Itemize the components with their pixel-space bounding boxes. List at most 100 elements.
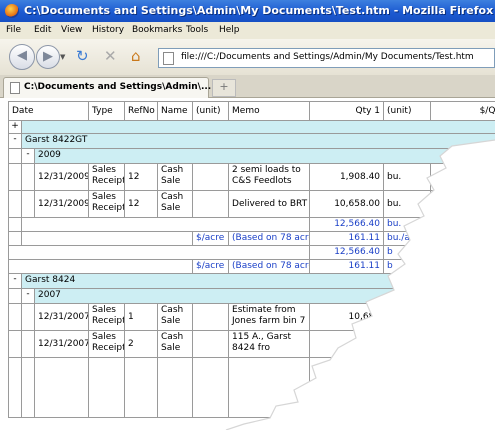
year-row: - 2009 bbox=[8, 148, 495, 164]
col-qty1[interactable]: Qty 1 bbox=[309, 101, 385, 121]
expand-button[interactable]: + bbox=[8, 120, 22, 134]
indent-cell bbox=[8, 190, 22, 218]
indent-cell bbox=[21, 190, 35, 218]
qty-cell: 10,658.00 bbox=[309, 190, 385, 218]
back-button[interactable]: ◀ bbox=[9, 44, 35, 70]
subtotal-price bbox=[430, 217, 495, 232]
type-cell: Sales Receipt bbox=[88, 303, 126, 331]
memo-cell: Delivered to BRT bbox=[228, 190, 311, 218]
col-unit-2[interactable]: (unit) bbox=[383, 101, 432, 121]
total-per-acre-row: $/acre (Based on 78 acre) 161.11 b bbox=[7, 259, 495, 274]
indent-cell bbox=[8, 303, 22, 331]
empty-cell bbox=[88, 357, 126, 418]
unit-cell bbox=[192, 303, 230, 331]
menu-bar: File Edit View History Bookmarks Tools H… bbox=[0, 22, 495, 39]
total-qty: 12,566.40 bbox=[309, 245, 385, 260]
qty-cell: 1,908.40 bbox=[309, 163, 385, 191]
tab-strip: C:\Documents and Settings\Admin\... + bbox=[0, 75, 495, 98]
indent-cell bbox=[8, 357, 22, 418]
per-acre-unit: bu./acre bbox=[383, 231, 432, 246]
table-row: 12/31/2009 Sales Receipt 12 Cash Sale 2 … bbox=[8, 163, 495, 191]
empty-cell bbox=[157, 357, 194, 418]
forward-icon: ▶ bbox=[43, 49, 53, 64]
indent-cell bbox=[8, 148, 22, 164]
price-cell: $3.5 bbox=[430, 163, 495, 191]
memo-cell: Estimate from Jones farm bin 7 bbox=[228, 303, 311, 331]
new-tab-button[interactable]: + bbox=[212, 79, 236, 97]
per-acre-price bbox=[430, 231, 495, 246]
total-per-acre-label: $/acre bbox=[192, 259, 230, 274]
col-price-per-qty[interactable]: $/Qty1 bbox=[430, 101, 495, 121]
subtotal-row: 12,566.40 bu. bbox=[8, 217, 495, 232]
menu-tools[interactable]: Tools bbox=[186, 25, 208, 35]
menu-file[interactable]: File bbox=[6, 25, 21, 35]
name-cell: Cash Sale bbox=[157, 303, 194, 331]
stop-icon[interactable]: ✕ bbox=[104, 49, 117, 64]
unit-cell bbox=[192, 330, 230, 358]
history-dropdown-icon[interactable]: ▼ bbox=[60, 53, 65, 61]
per-acre-label: $/acre bbox=[192, 231, 230, 246]
group-title: Garst 8422GT bbox=[20, 133, 495, 149]
date-cell: 12/31/2009 bbox=[33, 163, 90, 191]
back-icon: ◀ bbox=[17, 48, 27, 63]
title-bar: C:\Documents and Settings\Admin\My Docum… bbox=[0, 0, 495, 22]
unit-cell bbox=[192, 163, 230, 191]
indent-cell bbox=[21, 357, 35, 418]
unit-cell bbox=[192, 190, 230, 218]
type-cell: Sales Receipt bbox=[88, 330, 126, 358]
menu-edit[interactable]: Edit bbox=[34, 25, 51, 35]
year-title: 2009 bbox=[33, 148, 495, 164]
collapse-button[interactable]: - bbox=[8, 133, 22, 149]
date-cell: 12/31/2007 bbox=[33, 330, 90, 358]
total-row: 12,566.40 b bbox=[7, 245, 495, 260]
empty-cell bbox=[309, 357, 385, 418]
navigation-toolbar: ◀ ▶ ▼ ↻ ✕ ⌂ file:///C:/Documents and Set… bbox=[0, 39, 495, 76]
forward-button[interactable]: ▶ bbox=[36, 45, 60, 69]
group-title: Garst 8424 bbox=[20, 273, 495, 289]
menu-view[interactable]: View bbox=[61, 25, 82, 35]
menu-history[interactable]: History bbox=[92, 25, 124, 35]
subtotal-spacer bbox=[20, 217, 311, 232]
col-name[interactable]: Name bbox=[157, 101, 194, 121]
col-date[interactable]: Date bbox=[7, 101, 90, 121]
indent-cell bbox=[21, 330, 35, 358]
reload-icon[interactable]: ↻ bbox=[76, 49, 89, 64]
col-type[interactable]: Type bbox=[88, 101, 126, 121]
window-title: C:\Documents and Settings\Admin\My Docum… bbox=[24, 4, 494, 17]
price-cell bbox=[430, 303, 495, 331]
price-cell: $3.50 bbox=[430, 190, 495, 218]
qty-unit-cell: bu. bbox=[383, 163, 432, 191]
col-refno[interactable]: RefNo bbox=[124, 101, 159, 121]
address-bar[interactable]: file:///C:/Documents and Settings/Admin/… bbox=[158, 48, 495, 68]
empty-cell bbox=[33, 357, 90, 418]
refno-cell: 12 bbox=[124, 163, 159, 191]
table-row: 12/31/2007 Sales Receipt 1 Cash Sale Est… bbox=[8, 303, 495, 331]
indent-cell bbox=[8, 330, 22, 358]
home-icon[interactable]: ⌂ bbox=[131, 49, 141, 64]
total-per-acre-qty: 161.11 bbox=[309, 259, 385, 274]
empty-cell bbox=[430, 357, 495, 418]
url-text[interactable]: file:///C:/Documents and Settings/Admin/… bbox=[181, 52, 474, 62]
empty-cell bbox=[228, 357, 311, 418]
per-acre-basis: (Based on 78 acre) bbox=[228, 231, 311, 246]
memo-cell: 2 semi loads to C&S Feedlots bbox=[228, 163, 311, 191]
col-memo[interactable]: Memo bbox=[228, 101, 311, 121]
qty-unit-cell bbox=[383, 303, 432, 331]
collapse-button[interactable]: - bbox=[21, 148, 35, 164]
page-icon bbox=[10, 82, 20, 94]
table-row: 12/31/2007 Sales Receipt 2 Cash Sale 115… bbox=[8, 330, 495, 358]
menu-help[interactable]: Help bbox=[219, 25, 240, 35]
total-per-acre-price bbox=[430, 259, 495, 274]
empty-cell bbox=[124, 357, 159, 418]
group-row: - Garst 8424 bbox=[8, 273, 495, 289]
total-per-acre-basis: (Based on 78 acre) bbox=[228, 259, 311, 274]
collapse-button[interactable]: - bbox=[21, 288, 35, 304]
collapse-button[interactable]: - bbox=[8, 273, 22, 289]
col-unit[interactable]: (unit) bbox=[192, 101, 230, 121]
qty-unit-cell: bu. bbox=[383, 190, 432, 218]
date-cell: 12/31/2007 bbox=[33, 303, 90, 331]
page-icon bbox=[163, 52, 174, 65]
tab-test-htm[interactable]: C:\Documents and Settings\Admin\... bbox=[3, 77, 211, 98]
menu-bookmarks[interactable]: Bookmarks bbox=[132, 25, 182, 35]
per-acre-spacer bbox=[20, 231, 194, 246]
